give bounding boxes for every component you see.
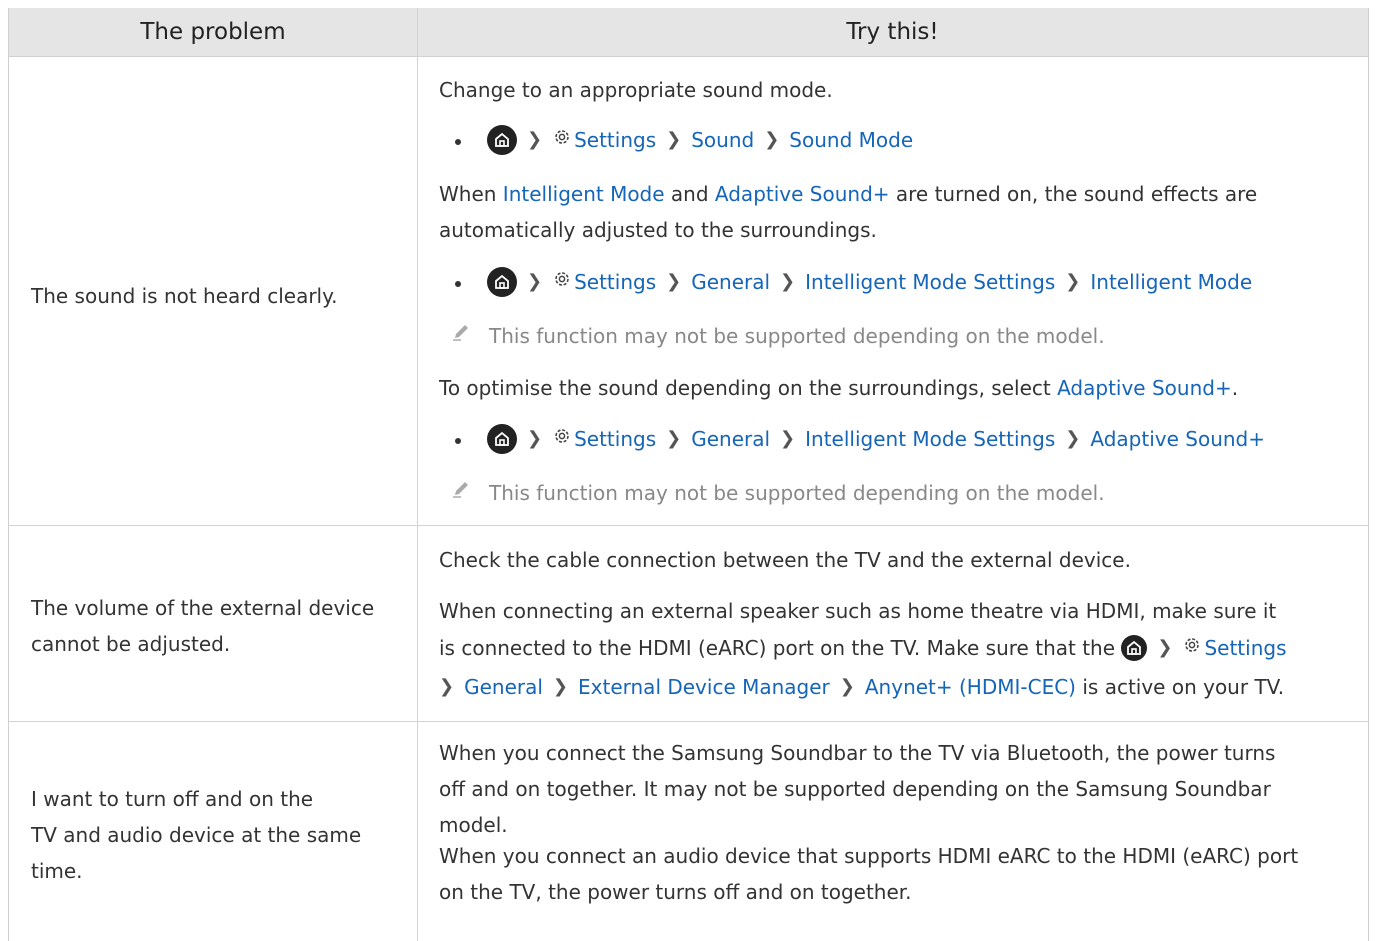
menu-general[interactable]: General xyxy=(691,427,770,451)
menu-sound[interactable]: Sound xyxy=(691,128,754,152)
problem-line: I want to turn off and on the xyxy=(31,787,314,811)
note: This function may not be supported depen… xyxy=(439,475,1105,511)
solution-text: When connecting an external speaker such… xyxy=(439,599,1277,623)
chevron-right-icon: ❯ xyxy=(780,427,796,449)
note: This function may not be supported depen… xyxy=(439,318,1105,354)
chevron-right-icon: ❯ xyxy=(527,427,543,449)
menu-intelligent-mode-settings[interactable]: Intelligent Mode Settings xyxy=(805,427,1055,451)
menu-sound-mode[interactable]: Sound Mode xyxy=(789,128,913,152)
pencil-icon xyxy=(451,474,471,510)
settings-path: ❯ Settings ❯ General ❯ Intelligent Mode Setti… xyxy=(439,421,1265,457)
solution-text-nav: is connected to the HDMI (eARC) port on … xyxy=(439,630,1287,666)
gear-icon xyxy=(1182,630,1202,666)
menu-settings[interactable]: Settings xyxy=(574,427,656,451)
menu-intelligent-mode-settings[interactable]: Intelligent Mode Settings xyxy=(805,270,1055,294)
problem-line: time. xyxy=(31,859,83,883)
problem-sound-unclear: The sound is not heard clearly. xyxy=(31,284,338,308)
solution-text: When you connect the Samsung Soundbar to… xyxy=(439,741,1276,837)
chevron-right-icon: ❯ xyxy=(764,128,780,150)
header-try-this: Try this! xyxy=(846,19,939,45)
chevron-right-icon: ❯ xyxy=(439,675,455,697)
chevron-right-icon: ❯ xyxy=(666,128,682,150)
menu-intelligent-mode[interactable]: Intelligent Mode xyxy=(1090,270,1252,294)
home-icon[interactable] xyxy=(487,124,517,155)
solution-text: Check the cable connection between the T… xyxy=(439,548,1131,572)
menu-general[interactable]: General xyxy=(464,675,543,699)
chevron-right-icon: ❯ xyxy=(839,675,855,697)
chevron-right-icon: ❯ xyxy=(666,427,682,449)
gear-icon xyxy=(552,421,572,457)
bullet xyxy=(455,437,461,444)
gear-icon xyxy=(552,264,572,300)
link-intelligent-mode[interactable]: Intelligent Mode xyxy=(503,182,665,206)
table-header: The problem Try this! xyxy=(9,8,1368,57)
link-adaptive-sound[interactable]: Adaptive Sound+ xyxy=(715,182,890,206)
chevron-right-icon: ❯ xyxy=(552,675,569,697)
chevron-right-icon: ❯ xyxy=(666,270,682,292)
chevron-right-icon: ❯ xyxy=(527,270,543,292)
menu-settings[interactable]: Settings xyxy=(1204,636,1286,660)
home-icon[interactable] xyxy=(487,266,517,297)
menu-general[interactable]: General xyxy=(691,270,770,294)
menu-anynet[interactable]: Anynet+ (HDMI-CEC) xyxy=(865,675,1076,699)
gear-icon xyxy=(552,122,572,158)
bullet xyxy=(455,138,461,145)
row-divider xyxy=(9,721,1368,722)
pencil-icon xyxy=(451,317,471,353)
solution-text: When Intelligent Mode and Adaptive Sound… xyxy=(439,182,1258,242)
menu-adaptive-sound[interactable]: Adaptive Sound+ xyxy=(1090,427,1265,451)
chevron-right-icon: ❯ xyxy=(1065,270,1081,292)
chevron-right-icon: ❯ xyxy=(780,270,796,292)
settings-path: ❯ Settings ❯ General ❯ Intelligent Mode Setti… xyxy=(439,264,1252,300)
solution-text: To optimise the sound depending on the s… xyxy=(439,376,1239,400)
home-icon[interactable] xyxy=(487,423,517,454)
problem-volume-external: The volume of the external device cannot… xyxy=(31,590,401,662)
bullet xyxy=(455,280,461,287)
solution-text: Change to an appropriate sound mode. xyxy=(439,78,833,102)
settings-path: ❯ Settings ❯ Sound ❯ Sound Mode xyxy=(439,122,913,158)
chevron-right-icon: ❯ xyxy=(1065,427,1081,449)
troubleshooting-table: The problem Try this! The sound is not h… xyxy=(8,8,1369,941)
chevron-right-icon: ❯ xyxy=(527,128,543,150)
header-problem: The problem xyxy=(140,19,286,45)
problem-line: The volume of the external device xyxy=(31,596,375,620)
home-icon[interactable] xyxy=(1121,634,1148,661)
problem-power-sync: I want to turn off and on the TV and aud… xyxy=(31,781,401,889)
chevron-right-icon: ❯ xyxy=(1157,636,1173,658)
row-divider xyxy=(9,525,1368,526)
settings-path: ❯ General ❯ External Device Manager ❯ Anynet+… xyxy=(439,669,1284,705)
solution-text: When you connect an audio device that su… xyxy=(439,844,1299,904)
menu-settings[interactable]: Settings xyxy=(574,128,656,152)
column-divider xyxy=(417,8,418,941)
problem-line: cannot be adjusted. xyxy=(31,632,231,656)
menu-settings[interactable]: Settings xyxy=(574,270,656,294)
link-adaptive-sound[interactable]: Adaptive Sound+ xyxy=(1057,376,1232,400)
problem-line: TV and audio device at the same xyxy=(31,823,362,847)
menu-external-device-manager[interactable]: External Device Manager xyxy=(578,675,830,699)
